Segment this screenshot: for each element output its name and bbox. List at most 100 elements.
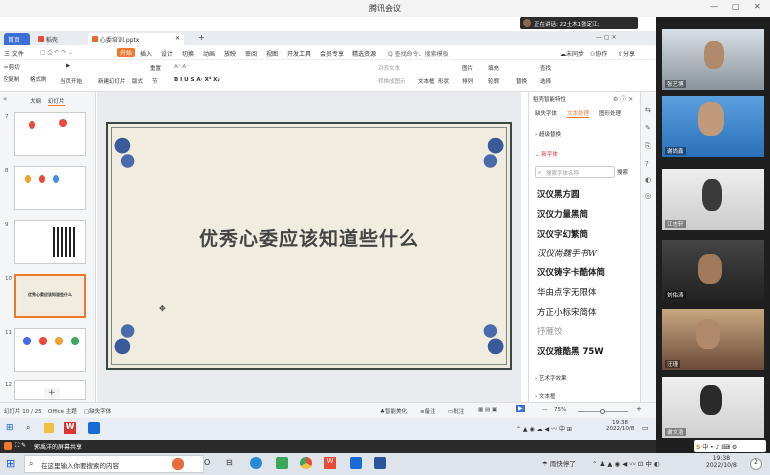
tab-shape-processing[interactable]: 图形处理 <box>599 109 621 117</box>
task-view-icon[interactable]: O <box>204 458 210 467</box>
video-tile[interactable]: 张艺博 <box>662 29 764 90</box>
find-button[interactable]: 查找 <box>540 64 551 72</box>
font-item[interactable]: 汉仪力量黑简 <box>537 208 588 220</box>
command-search[interactable]: Q 查找命令、搜索模板 <box>388 49 449 58</box>
font-item[interactable]: 方正小标宋简体 <box>537 306 597 318</box>
shape-button[interactable]: 形状 <box>438 77 449 85</box>
video-tile[interactable]: 谢文浩 <box>662 377 764 438</box>
slide-thumbnail-10[interactable]: 优秀心委应该知道些什么 <box>14 274 86 318</box>
menu-insert[interactable]: 插入 <box>140 49 152 58</box>
section-super-replace[interactable]: › 超级替换 <box>535 130 561 138</box>
tray-icons[interactable]: ⌃ ▲ ◉ ☁ ◀ 〰 中 ⊞ <box>516 424 572 433</box>
quick-access-icons[interactable]: ▢ ⎙ ↶ ↷ ⌄ <box>40 49 73 57</box>
new-tab-button[interactable]: + <box>194 31 209 43</box>
font-item[interactable]: 汉仪铸字卡酷体简 <box>537 266 605 278</box>
zoom-level[interactable]: 75% <box>554 407 566 413</box>
font-search-input[interactable]: ⌕ 搜索字体名称 <box>535 166 615 178</box>
maximize-button[interactable]: ▢ <box>732 2 740 11</box>
font-item[interactable]: 华由点字无限体 <box>537 286 597 298</box>
menu-view[interactable]: 视图 <box>266 49 278 58</box>
missing-font-indicator[interactable]: ▢缺失字体 <box>84 407 111 415</box>
menu-start[interactable]: 开始 <box>117 48 136 57</box>
font-item[interactable]: 抒雁饺 <box>537 325 563 337</box>
menu-animation[interactable]: 动画 <box>203 49 215 58</box>
menu-resources[interactable]: 精选资源 <box>352 49 376 58</box>
section-textbox[interactable]: › 文本框 <box>535 392 555 400</box>
wps-app-icon[interactable]: W <box>64 422 76 434</box>
chrome-browser-icon[interactable] <box>300 457 312 469</box>
reset-button[interactable]: 重置 <box>150 64 161 72</box>
font-item[interactable]: 汉仪雅酷黑 75W <box>537 345 604 357</box>
slide-thumbnail-8[interactable] <box>14 166 86 210</box>
theme-icon[interactable]: ◐ <box>645 176 651 184</box>
font-size-controls[interactable]: A⁺ A⁻ <box>174 64 189 70</box>
outline-button[interactable]: 轮廓 <box>488 77 499 85</box>
font-item[interactable]: 汉仪黑方圆 <box>537 188 580 200</box>
video-tile[interactable]: 刘佑涛 <box>662 240 764 301</box>
weather-widget[interactable]: ☂ 雨快停了 <box>542 458 576 468</box>
zoom-slider-thumb[interactable] <box>600 409 605 414</box>
search-icon[interactable]: ⌕ <box>26 423 30 433</box>
align-text-button[interactable]: 对齐文本 <box>378 64 400 72</box>
fill-button[interactable]: 填充 <box>488 64 499 72</box>
section-art-effects[interactable]: › 艺术字效果 <box>535 374 566 382</box>
textbox-button[interactable]: 文本框 <box>418 77 435 85</box>
replace-button[interactable]: 替换 <box>516 77 527 85</box>
window-controls-inner[interactable]: — ▢ ✕ <box>592 32 621 44</box>
font-item[interactable]: 汉仪字幻繁简 <box>537 228 588 240</box>
font-search-button[interactable]: 搜索 <box>617 168 628 176</box>
app-icon[interactable] <box>276 457 288 469</box>
select-button[interactable]: 选择 <box>540 77 551 85</box>
tab-text-processing[interactable]: 文本处理 <box>567 109 590 118</box>
add-slide-button[interactable]: + <box>44 388 60 398</box>
tab-pptx-file[interactable]: 心委培训.pptx ✕ <box>88 33 184 45</box>
notes-button[interactable]: ≡备注 <box>420 407 436 415</box>
zoom-in-button[interactable]: + <box>636 405 642 413</box>
view-mode-icons[interactable]: ▦ ▤ ▣ <box>478 407 497 413</box>
menu-design[interactable]: 设计 <box>161 49 173 58</box>
cut-button[interactable]: ✂剪切 <box>4 63 20 71</box>
brush-icon[interactable]: ✎ <box>645 124 651 132</box>
play-from-current-button[interactable]: 当页开始 <box>60 77 82 85</box>
menu-transition[interactable]: 切换 <box>182 49 194 58</box>
tab-home[interactable]: 首页 <box>4 33 30 45</box>
slide-title[interactable]: 优秀心委应该知道些什么 <box>108 224 510 251</box>
sync-status[interactable]: ☁未同步 <box>560 49 584 58</box>
notification-badge[interactable]: 2 <box>750 458 762 470</box>
zoom-slider[interactable] <box>578 409 628 414</box>
collab-button[interactable]: ⚇协作 <box>590 49 607 58</box>
menu-vip[interactable]: 会员专享 <box>320 49 344 58</box>
video-tile[interactable]: 汪瑾 <box>662 309 764 370</box>
picture-button[interactable]: 图片 <box>462 64 473 72</box>
slide-thumbnail-11[interactable] <box>14 328 86 372</box>
copy-button[interactable]: ⎘复制 <box>4 75 19 84</box>
menu-review[interactable]: 审阅 <box>245 49 257 58</box>
file-explorer-icon[interactable] <box>44 423 54 433</box>
slide-thumbnail-7[interactable] <box>14 112 86 156</box>
video-tile[interactable]: 谢尚鑫 <box>662 96 764 157</box>
windows-start-icon[interactable]: ⊞ <box>6 457 15 470</box>
share-controls-icon[interactable]: ⛶ ✎ <box>15 442 26 450</box>
text-format-buttons[interactable]: B I U S A· X² X₂ <box>174 77 220 83</box>
tray-icons[interactable]: ⌃ ♟ ▲ ◉ ◀ 〰 ⊡ 中 ◐ <box>592 458 660 468</box>
slide-thumbnail-9[interactable] <box>14 220 86 264</box>
play-icon[interactable]: ▶ <box>66 63 70 69</box>
windows-start-icon[interactable]: ⊞ <box>6 423 14 433</box>
tab-slides[interactable]: 幻灯片 <box>48 97 65 106</box>
smart-beautify-button[interactable]: ♣智能美化 <box>380 407 407 415</box>
section-new-fonts[interactable]: ⌄ 新字体 <box>535 150 558 158</box>
meeting-app-icon[interactable] <box>88 422 100 434</box>
font-item[interactable]: 汉仪尚魏手书W <box>537 247 597 259</box>
layout-button[interactable]: 版式 <box>132 77 143 85</box>
menu-slideshow[interactable]: 放映 <box>224 49 236 58</box>
play-slideshow-button[interactable]: ▶ <box>516 405 525 412</box>
tab-docer[interactable]: 稻壳 <box>34 33 78 45</box>
new-slide-button[interactable]: 新建幻灯片 <box>98 77 126 85</box>
close-tab-icon[interactable]: ✕ <box>175 35 180 42</box>
app-icon[interactable]: W <box>324 457 336 469</box>
target-icon[interactable]: ◎ <box>645 192 651 200</box>
taskbar-clock[interactable]: 19:38 2022/10/8 <box>706 455 737 469</box>
tab-outline[interactable]: 大纲 <box>30 97 41 105</box>
ime-toolbar[interactable]: S 中 • ♪ ⌨ ⚙ <box>694 440 766 452</box>
inner-clock[interactable]: 19:38 2022/10/8 <box>606 420 634 432</box>
